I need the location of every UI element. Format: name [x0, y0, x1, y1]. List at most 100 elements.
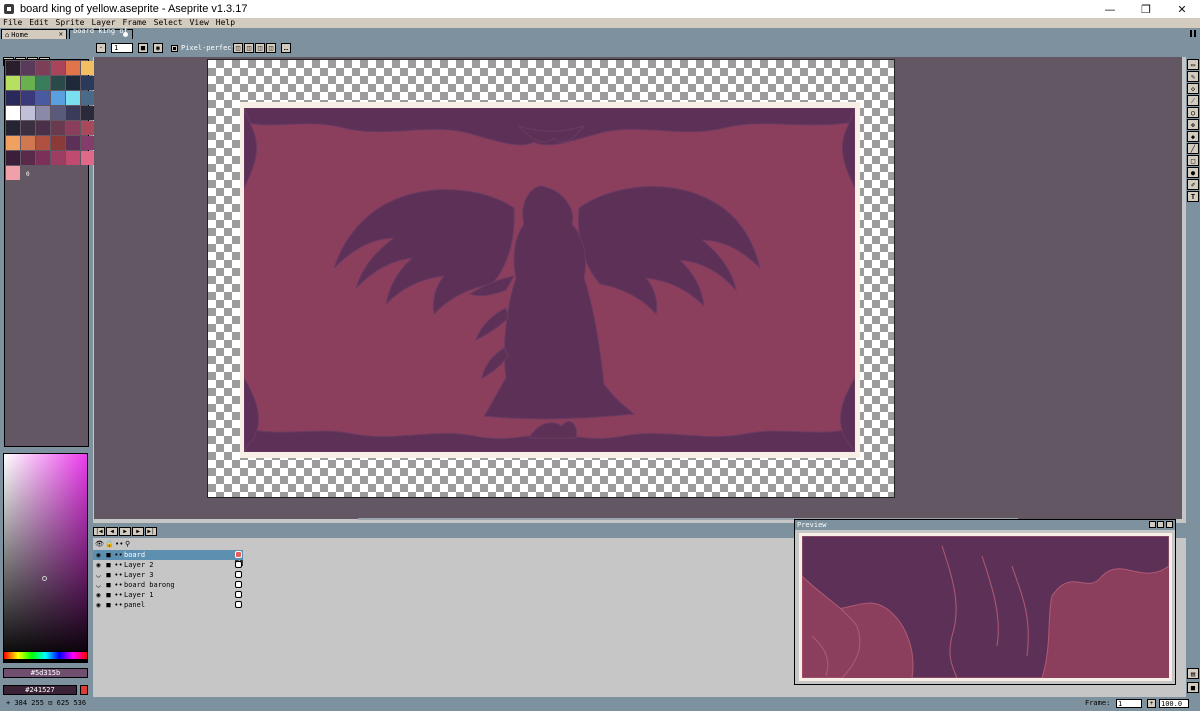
- palette-swatch[interactable]: [21, 76, 35, 90]
- symmetry-h-icon[interactable]: ◫: [233, 43, 243, 53]
- cel-icon[interactable]: [235, 601, 242, 608]
- continuous-header-icon[interactable]: ••: [115, 540, 123, 548]
- layer-row[interactable]: ◉ ■ •• panel: [93, 600, 243, 610]
- sprite-canvas[interactable]: [207, 59, 895, 498]
- first-frame-icon[interactable]: |◀: [93, 527, 105, 536]
- palette-swatch[interactable]: [81, 136, 95, 150]
- hue-slider[interactable]: [3, 651, 88, 660]
- palette-swatch[interactable]: [66, 91, 80, 105]
- palette-swatch[interactable]: [81, 91, 95, 105]
- palette-swatch[interactable]: [66, 106, 80, 120]
- brush-size-input[interactable]: 1: [111, 43, 133, 53]
- palette-swatch[interactable]: [36, 61, 50, 75]
- move-tool-icon[interactable]: ✥: [1187, 119, 1199, 130]
- layer-row[interactable]: ◡ ■ •• board barong: [93, 580, 243, 590]
- palette-swatch[interactable]: [51, 136, 65, 150]
- symmetry-options-icon[interactable]: ◫: [266, 43, 276, 53]
- cel-icon[interactable]: [235, 561, 242, 568]
- prev-frame-icon[interactable]: ◀: [106, 527, 118, 536]
- lock-icon[interactable]: ■: [104, 591, 113, 599]
- continuous-icon[interactable]: ••: [114, 551, 123, 559]
- palette-swatch[interactable]: [6, 121, 20, 135]
- restore-button[interactable]: ❐: [1128, 0, 1164, 18]
- continuous-icon[interactable]: ••: [114, 591, 123, 599]
- visibility-header-icon[interactable]: 👁: [95, 540, 104, 548]
- menu-help[interactable]: Help: [216, 18, 235, 28]
- palette-swatch[interactable]: [51, 121, 65, 135]
- warning-icon[interactable]: [80, 685, 88, 695]
- palette-swatch[interactable]: [51, 91, 65, 105]
- palette-swatch[interactable]: [36, 106, 50, 120]
- close-button[interactable]: ✕: [1164, 0, 1200, 18]
- fill-tool-icon[interactable]: ◆: [1187, 131, 1199, 142]
- line-tool-icon[interactable]: ╱: [1187, 143, 1199, 154]
- new-frame-icon[interactable]: +: [1147, 699, 1156, 708]
- marquee-tool-icon[interactable]: ▭: [1187, 59, 1199, 70]
- preview-close-icon[interactable]: [1166, 521, 1173, 528]
- symmetry-v-icon[interactable]: ◫: [244, 43, 254, 53]
- background-color-button[interactable]: #241527: [3, 685, 77, 695]
- palette-swatch[interactable]: [36, 91, 50, 105]
- palette-swatch[interactable]: [66, 121, 80, 135]
- palette-swatch[interactable]: [51, 106, 65, 120]
- play-icon[interactable]: ▶: [119, 527, 131, 536]
- ink-icon[interactable]: ■: [138, 43, 148, 53]
- lock-icon[interactable]: ■: [104, 601, 113, 609]
- minimize-button[interactable]: —: [1092, 0, 1128, 18]
- palette-swatch[interactable]: [81, 151, 95, 165]
- cel-icon[interactable]: [235, 581, 242, 588]
- menu-select[interactable]: Select: [154, 18, 183, 28]
- continuous-icon[interactable]: ••: [114, 581, 123, 589]
- layer-row[interactable]: ◉ ■ •• board: [93, 550, 243, 560]
- lock-icon[interactable]: ■: [104, 581, 113, 589]
- palette-swatch[interactable]: [81, 106, 95, 120]
- continuous-icon[interactable]: ••: [114, 601, 123, 609]
- text-tool-icon[interactable]: T: [1187, 191, 1199, 202]
- link-header-icon[interactable]: ⚲: [125, 540, 130, 548]
- tab-close-icon[interactable]: ✕: [59, 30, 63, 38]
- lock-icon[interactable]: ■: [104, 571, 113, 579]
- contour-tool-icon[interactable]: ✐: [1187, 179, 1199, 190]
- tabs-overflow-icon[interactable]: [1190, 30, 1196, 37]
- continuous-icon[interactable]: ••: [114, 571, 123, 579]
- tab-board-file[interactable]: board king of ...: [69, 27, 133, 43]
- pencil-tool-icon[interactable]: ✎: [1187, 71, 1199, 82]
- eye-icon[interactable]: ◉: [94, 561, 103, 569]
- eye-icon[interactable]: ◉: [94, 551, 103, 559]
- palette-swatch[interactable]: [81, 121, 95, 135]
- more-options-icon[interactable]: …: [281, 43, 291, 53]
- palette-swatch[interactable]: [66, 136, 80, 150]
- palette-swatch[interactable]: [51, 61, 65, 75]
- layer-row[interactable]: ◉ ■ •• Layer 2: [93, 560, 243, 570]
- rectangle-tool-icon[interactable]: □: [1187, 155, 1199, 166]
- palette-swatch[interactable]: [81, 76, 95, 90]
- zoom-input[interactable]: 100.0: [1159, 699, 1189, 708]
- pixel-perfect-checkbox[interactable]: Pixel-perfect: [171, 44, 236, 52]
- palette-swatch[interactable]: [6, 91, 20, 105]
- palette-swatch[interactable]: [21, 61, 35, 75]
- continuous-icon[interactable]: ••: [114, 561, 123, 569]
- palette-swatch[interactable]: [51, 76, 65, 90]
- last-frame-icon[interactable]: ▶|: [145, 527, 157, 536]
- palette-swatch[interactable]: [6, 76, 20, 90]
- eye-icon[interactable]: ◉: [94, 591, 103, 599]
- eye-closed-icon[interactable]: ◡: [94, 581, 103, 589]
- palette-swatch[interactable]: [21, 151, 35, 165]
- canvas-editor[interactable]: [94, 57, 1182, 520]
- menu-edit[interactable]: Edit: [29, 18, 48, 28]
- menu-view[interactable]: View: [190, 18, 209, 28]
- palette-swatch[interactable]: [36, 121, 50, 135]
- next-frame-icon[interactable]: ▶: [132, 527, 144, 536]
- palette-swatch[interactable]: [66, 61, 80, 75]
- menu-file[interactable]: File: [3, 18, 22, 28]
- lock-icon[interactable]: ■: [104, 561, 113, 569]
- foreground-color-button[interactable]: #5d315b: [3, 668, 88, 678]
- cel-icon[interactable]: [235, 591, 242, 598]
- palette-swatch[interactable]: [36, 136, 50, 150]
- cel-icon[interactable]: [235, 571, 242, 578]
- tab-home[interactable]: ⌂ Home ✕: [1, 29, 67, 39]
- zoom-tool-icon[interactable]: ○: [1187, 107, 1199, 118]
- palette-swatch[interactable]: [6, 106, 20, 120]
- symmetry-both-icon[interactable]: ◫: [255, 43, 265, 53]
- color-spectrum[interactable]: [3, 453, 88, 663]
